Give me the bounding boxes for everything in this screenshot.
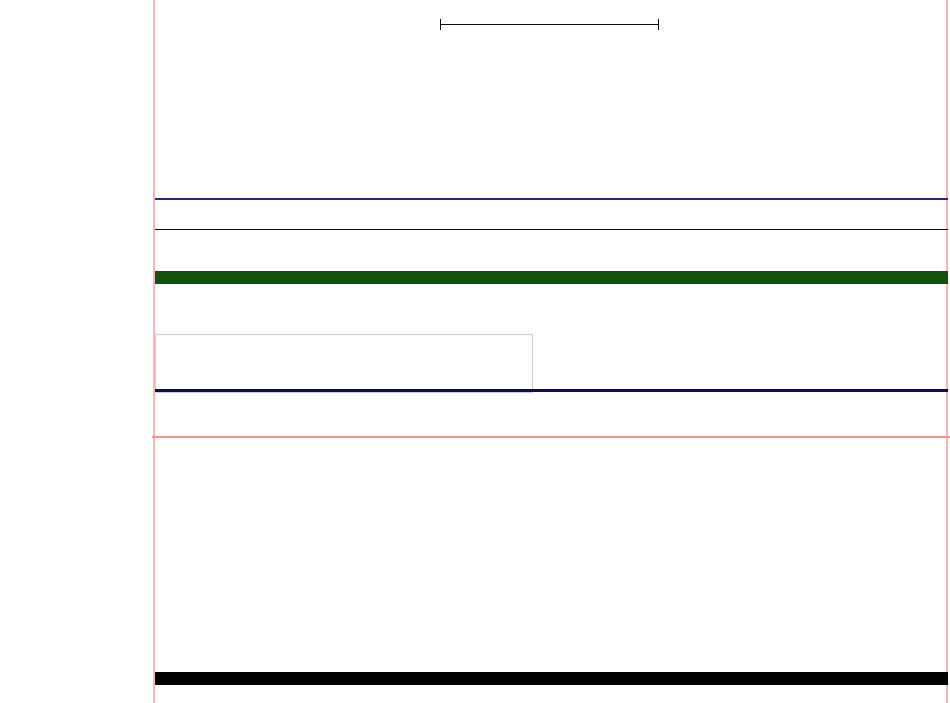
omim-gene-item[interactable] — [155, 271, 948, 284]
scale-ruler-right-tick — [658, 19, 659, 30]
right-guide-line — [946, 0, 948, 703]
genome-browser-image — [0, 0, 950, 703]
repeatmasker-item[interactable] — [155, 672, 948, 685]
scale-ruler — [440, 24, 659, 25]
reference-sequence-row — [0, 49, 950, 62]
gtex-baseline — [155, 389, 948, 392]
phylop-conservation-row[interactable] — [156, 480, 948, 496]
gtex-expression-plot[interactable] — [155, 334, 533, 393]
h3k27ac-baseline — [152, 436, 950, 438]
scale-ruler-left-tick — [440, 19, 441, 30]
refseq-curated-item[interactable] — [155, 198, 948, 200]
publications-sequences-item[interactable] — [155, 229, 948, 230]
